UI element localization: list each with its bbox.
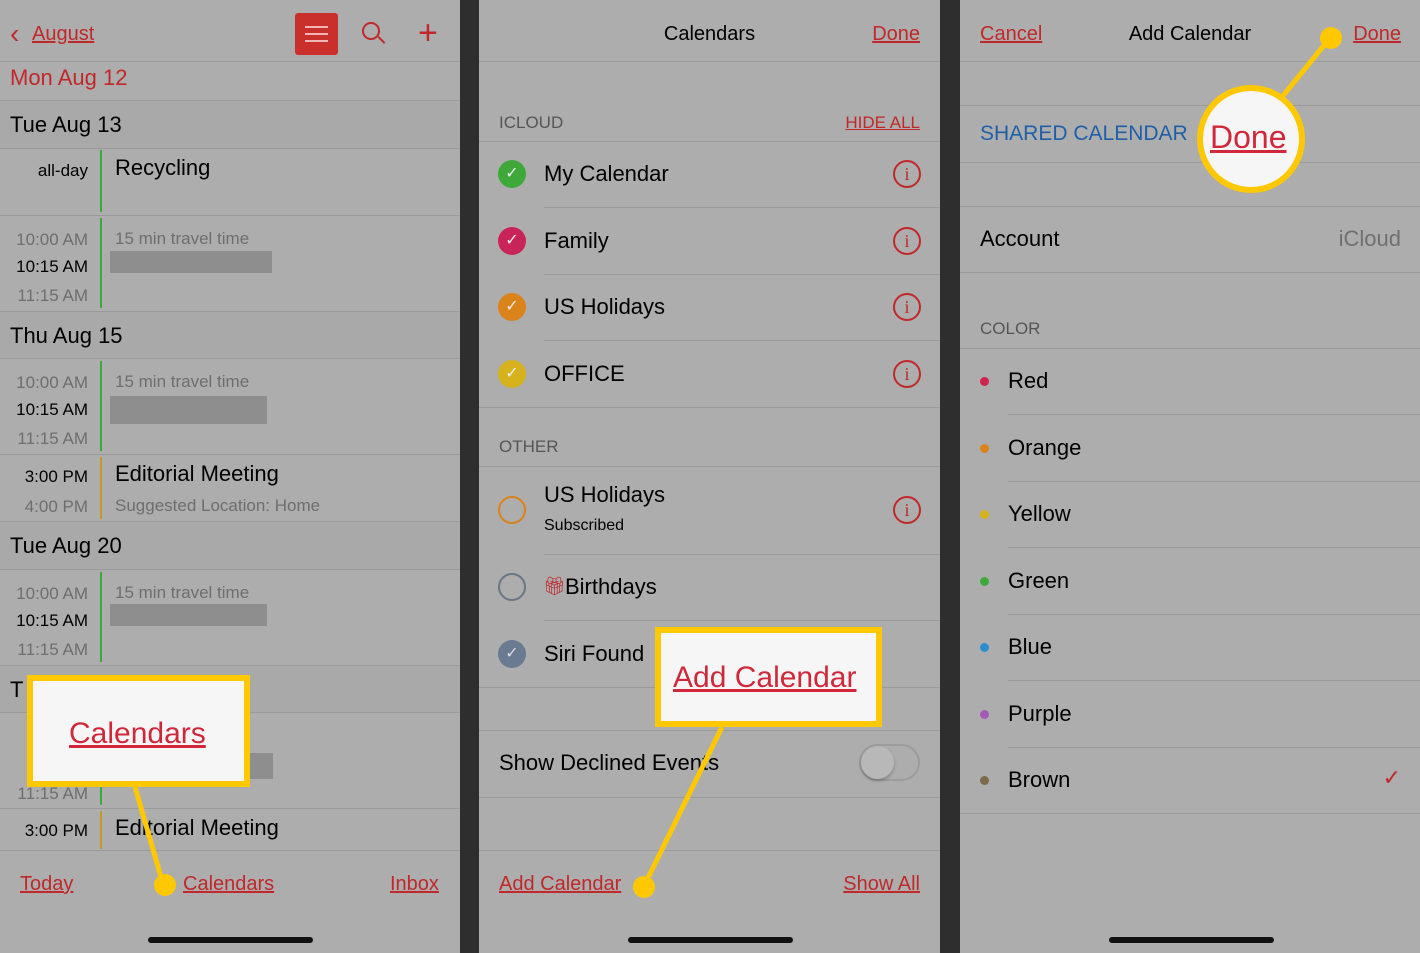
callout-box: Calendars [27,675,250,787]
day-list-screen: ‹ August + Mon Aug 12 Tue Aug 13 all-day… [0,0,460,953]
callout-pointer [132,786,176,896]
callout-pointer [1280,27,1342,99]
add-calendar-screen: Cancel Add Calendar Done SHARED CALENDAR… [960,0,1420,953]
callout-circle: Done [1197,85,1305,193]
callout-pointer [633,725,725,898]
callout-box: Add Calendar [655,627,882,727]
calendars-screen: Calendars Done ICLOUD HIDE ALL ✓ My Cale… [479,0,940,953]
